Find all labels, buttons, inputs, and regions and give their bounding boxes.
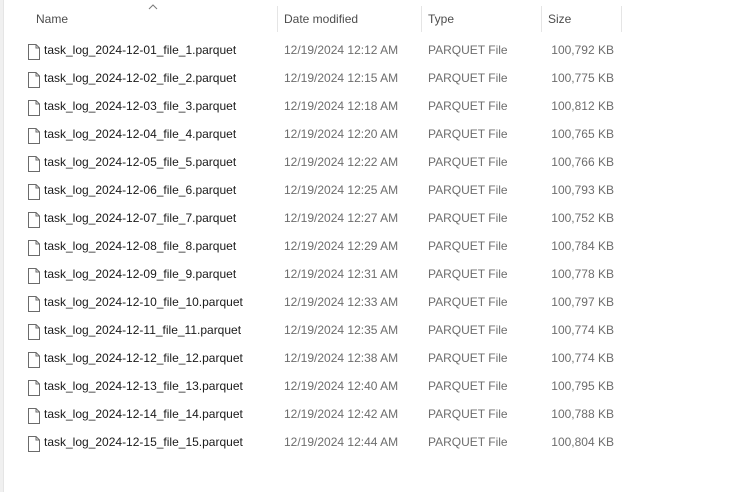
file-size: 100,774 KB <box>551 351 614 365</box>
file-icon <box>28 42 40 60</box>
file-date-modified: 12/19/2024 12:15 AM <box>284 71 399 85</box>
file-type: PARQUET File <box>428 127 508 141</box>
column-header-name[interactable]: Name <box>30 0 278 34</box>
file-size: 100,795 KB <box>551 379 614 393</box>
file-row[interactable]: task_log_2024-12-03_file_3.parquet 12/19/… <box>0 92 747 120</box>
file-type: PARQUET File <box>428 43 508 57</box>
file-name: task_log_2024-12-02_file_2.parquet <box>44 71 237 85</box>
file-row[interactable]: task_log_2024-12-14_file_14.parquet 12/19… <box>0 400 747 428</box>
file-name: task_log_2024-12-05_file_5.parquet <box>44 155 237 169</box>
file-row[interactable]: task_log_2024-12-01_file_1.parquet 12/19/… <box>0 36 747 64</box>
file-icon <box>28 434 40 452</box>
file-list: task_log_2024-12-01_file_1.parquet 12/19/… <box>0 36 747 456</box>
file-date-modified: 12/19/2024 12:12 AM <box>284 43 399 57</box>
file-date-modified: 12/19/2024 12:18 AM <box>284 99 399 113</box>
file-row[interactable]: task_log_2024-12-13_file_13.parquet 12/19… <box>0 372 747 400</box>
file-icon <box>28 98 40 116</box>
file-type: PARQUET File <box>428 435 508 449</box>
file-type: PARQUET File <box>428 407 508 421</box>
file-size: 100,752 KB <box>551 211 614 225</box>
file-name: task_log_2024-12-06_file_6.parquet <box>44 183 237 197</box>
file-icon <box>28 154 40 172</box>
file-icon <box>28 238 40 256</box>
file-icon <box>28 266 40 284</box>
file-icon <box>28 126 40 144</box>
file-row[interactable]: task_log_2024-12-11_file_11.parquet 12/19… <box>0 316 747 344</box>
file-row[interactable]: task_log_2024-12-07_file_7.parquet 12/19/… <box>0 204 747 232</box>
file-date-modified: 12/19/2024 12:22 AM <box>284 155 399 169</box>
file-name: task_log_2024-12-04_file_4.parquet <box>44 127 237 141</box>
column-header-type[interactable]: Type <box>422 0 542 34</box>
file-row[interactable]: task_log_2024-12-10_file_10.parquet 12/19… <box>0 288 747 316</box>
file-date-modified: 12/19/2024 12:42 AM <box>284 407 399 421</box>
column-divider[interactable] <box>621 6 622 32</box>
file-size: 100,774 KB <box>551 323 614 337</box>
file-date-modified: 12/19/2024 12:38 AM <box>284 351 399 365</box>
file-size: 100,766 KB <box>551 155 614 169</box>
file-row[interactable]: task_log_2024-12-08_file_8.parquet 12/19/… <box>0 232 747 260</box>
file-size: 100,804 KB <box>551 435 614 449</box>
file-date-modified: 12/19/2024 12:27 AM <box>284 211 399 225</box>
file-date-modified: 12/19/2024 12:40 AM <box>284 379 399 393</box>
file-date-modified: 12/19/2024 12:31 AM <box>284 267 399 281</box>
file-icon <box>28 322 40 340</box>
file-type: PARQUET File <box>428 183 508 197</box>
file-type: PARQUET File <box>428 239 508 253</box>
file-name: task_log_2024-12-08_file_8.parquet <box>44 239 237 253</box>
file-name: task_log_2024-12-14_file_14.parquet <box>44 407 243 421</box>
file-name: task_log_2024-12-03_file_3.parquet <box>44 99 237 113</box>
file-date-modified: 12/19/2024 12:20 AM <box>284 127 399 141</box>
file-size: 100,778 KB <box>551 267 614 281</box>
file-row[interactable]: task_log_2024-12-02_file_2.parquet 12/19/… <box>0 64 747 92</box>
file-size: 100,792 KB <box>551 43 614 57</box>
file-size: 100,797 KB <box>551 295 614 309</box>
file-name: task_log_2024-12-13_file_13.parquet <box>44 379 243 393</box>
file-date-modified: 12/19/2024 12:25 AM <box>284 183 399 197</box>
file-type: PARQUET File <box>428 71 508 85</box>
file-name: task_log_2024-12-12_file_12.parquet <box>44 351 243 365</box>
file-icon <box>28 350 40 368</box>
file-size: 100,812 KB <box>551 99 614 113</box>
file-size: 100,788 KB <box>551 407 614 421</box>
file-name: task_log_2024-12-09_file_9.parquet <box>44 267 237 281</box>
file-row[interactable]: task_log_2024-12-12_file_12.parquet 12/19… <box>0 344 747 372</box>
file-date-modified: 12/19/2024 12:29 AM <box>284 239 399 253</box>
file-row[interactable]: task_log_2024-12-06_file_6.parquet 12/19/… <box>0 176 747 204</box>
file-size: 100,765 KB <box>551 127 614 141</box>
file-type: PARQUET File <box>428 295 508 309</box>
file-date-modified: 12/19/2024 12:35 AM <box>284 323 399 337</box>
file-icon <box>28 210 40 228</box>
file-type: PARQUET File <box>428 323 508 337</box>
file-date-modified: 12/19/2024 12:33 AM <box>284 295 399 309</box>
file-size: 100,793 KB <box>551 183 614 197</box>
file-size: 100,784 KB <box>551 239 614 253</box>
file-row[interactable]: task_log_2024-12-05_file_5.parquet 12/19/… <box>0 148 747 176</box>
file-row[interactable]: task_log_2024-12-04_file_4.parquet 12/19/… <box>0 120 747 148</box>
file-row[interactable]: task_log_2024-12-15_file_15.parquet 12/19… <box>0 428 747 456</box>
file-name: task_log_2024-12-10_file_10.parquet <box>44 295 243 309</box>
file-icon <box>28 406 40 424</box>
file-type: PARQUET File <box>428 155 508 169</box>
file-row[interactable]: task_log_2024-12-09_file_9.parquet 12/19/… <box>0 260 747 288</box>
file-icon <box>28 70 40 88</box>
column-header-bar: Name Date modified Type Size <box>0 0 747 34</box>
file-name: task_log_2024-12-01_file_1.parquet <box>44 43 237 57</box>
file-type: PARQUET File <box>428 379 508 393</box>
file-icon <box>28 182 40 200</box>
file-name: task_log_2024-12-11_file_11.parquet <box>44 323 242 337</box>
file-type: PARQUET File <box>428 99 508 113</box>
file-name: task_log_2024-12-15_file_15.parquet <box>44 435 243 449</box>
file-name: task_log_2024-12-07_file_7.parquet <box>44 211 237 225</box>
file-date-modified: 12/19/2024 12:44 AM <box>284 435 399 449</box>
file-icon <box>28 378 40 396</box>
file-size: 100,775 KB <box>551 71 614 85</box>
file-icon <box>28 294 40 312</box>
file-type: PARQUET File <box>428 351 508 365</box>
column-header-size[interactable]: Size <box>542 0 622 34</box>
file-type: PARQUET File <box>428 267 508 281</box>
column-header-date-modified[interactable]: Date modified <box>278 0 422 34</box>
file-type: PARQUET File <box>428 211 508 225</box>
